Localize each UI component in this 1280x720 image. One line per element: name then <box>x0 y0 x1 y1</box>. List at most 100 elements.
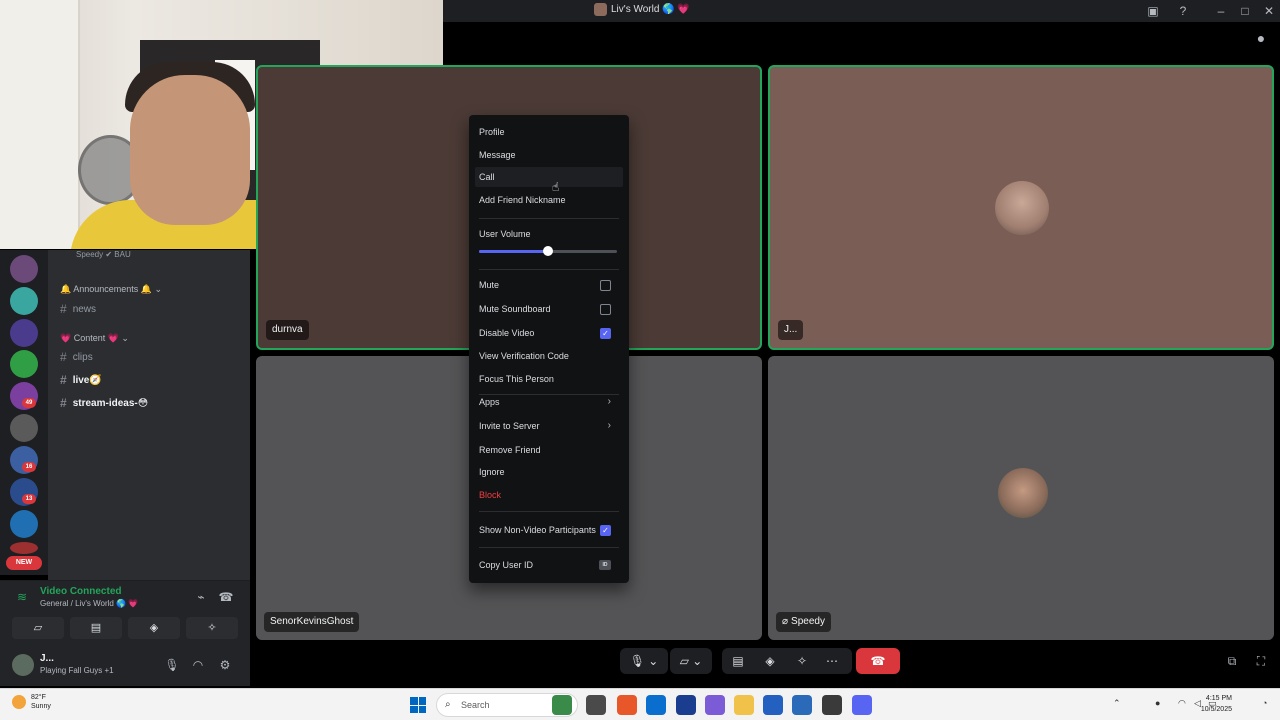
checkbox[interactable]: ✓ <box>600 525 611 536</box>
close-icon[interactable]: ✕ <box>1261 3 1277 19</box>
mouse-cursor-icon: ☝ <box>552 180 560 194</box>
new-servers-badge[interactable]: NEW <box>6 556 42 570</box>
menu-item-remove-friend[interactable]: Remove Friend <box>475 440 623 460</box>
category-content[interactable]: 💗 Content 💗 ⌄ <box>60 333 129 344</box>
tile-name-label: durnva <box>266 320 309 340</box>
outlook-icon[interactable] <box>646 695 666 715</box>
maximize-icon[interactable]: □ <box>1237 3 1253 19</box>
gamepad-icon[interactable]: ◈ <box>760 648 780 674</box>
avatar <box>995 181 1049 235</box>
disconnect-icon[interactable]: ☎ <box>218 589 234 605</box>
obs-icon[interactable] <box>822 695 842 715</box>
microphone-icon[interactable]: 🎙 <box>164 657 180 673</box>
screen-share-button[interactable]: ▤ <box>70 617 122 639</box>
end-call-button[interactable]: ☎ <box>856 648 900 674</box>
headphones-icon[interactable]: ◠ <box>190 657 206 673</box>
menu-item-disable-video[interactable]: Disable Video ✓ <box>475 323 623 343</box>
noise-suppression-icon[interactable]: ⌁ <box>193 589 209 605</box>
menu-item-show-non-video-participants[interactable]: Show Non-Video Participants ✓ <box>475 520 623 540</box>
server-avatar[interactable] <box>10 255 38 283</box>
avatar[interactable] <box>12 654 34 676</box>
user-panel: J... Playing Fall Guys +1 🎙 ◠ ⚙ <box>0 644 250 686</box>
chat-bubble-icon[interactable]: ● <box>1253 30 1269 46</box>
category-announcements[interactable]: 🔔 Announcements 🔔 ⌄ <box>60 284 162 295</box>
menu-item-message[interactable]: Message <box>475 145 623 165</box>
microphone-button[interactable]: 🎙 ⌄ <box>620 648 668 674</box>
discord-icon[interactable] <box>852 695 872 715</box>
voice-connected-label: Video Connected <box>40 586 122 597</box>
gear-icon[interactable]: ⚙ <box>217 657 233 673</box>
weather-widget[interactable]: 82°F Sunny <box>12 693 51 711</box>
mic-muted-icon: ⌀ <box>782 616 789 627</box>
menu-item-copy-user-id[interactable]: Copy User ID ID <box>475 555 623 575</box>
app-l-icon[interactable] <box>676 695 696 715</box>
hashtag-icon: # <box>60 373 67 387</box>
windows-start-icon[interactable] <box>410 697 426 713</box>
brave-browser-icon[interactable] <box>617 695 637 715</box>
user-volume-slider[interactable] <box>479 246 617 256</box>
widget-app-icon[interactable] <box>552 695 572 715</box>
gamepad-icon: ◈ <box>149 622 159 634</box>
server-avatar[interactable] <box>10 542 38 554</box>
volume-knob[interactable] <box>543 246 553 256</box>
wifi-icon[interactable]: ◠ <box>1178 698 1186 709</box>
video-tile[interactable]: J... <box>768 65 1274 350</box>
voice-member-speedy[interactable]: Speedy ✔ BAU <box>76 250 131 259</box>
notification-badge: 16 <box>22 462 36 472</box>
minimize-icon[interactable]: – <box>1213 3 1229 19</box>
screen-share-icon: ▤ <box>90 622 102 634</box>
pop-out-icon[interactable]: ⧉ <box>1224 653 1240 669</box>
menu-item-mute[interactable]: Mute <box>475 275 623 295</box>
menu-item-label: Show Non-Video Participants <box>479 525 596 535</box>
menu-item-block[interactable]: Block <box>475 485 623 505</box>
store-icon[interactable] <box>763 695 783 715</box>
channel-stream-ideas[interactable]: # stream-ideas-😳 <box>60 396 148 410</box>
menu-item-ignore[interactable]: Ignore <box>475 462 623 482</box>
video-tile[interactable]: ⌀ Speedy <box>768 356 1274 640</box>
menu-item-focus-person[interactable]: Focus This Person <box>475 369 623 389</box>
menu-item-invite-to-server[interactable]: Invite to Server › <box>475 416 623 436</box>
tile-name-label: SenorKevinsGhost <box>264 612 360 632</box>
notification-badge: 13 <box>22 494 36 504</box>
server-avatar[interactable] <box>10 350 38 378</box>
camera-toggle-button[interactable]: ▱ ⌄ <box>670 648 712 674</box>
hang-up-icon: ☎ <box>870 654 886 668</box>
menu-item-mute-soundboard[interactable]: Mute Soundboard <box>475 299 623 319</box>
file-explorer-icon[interactable] <box>734 695 754 715</box>
voice-location[interactable]: General / Liv's World 🌎 💗 <box>40 599 138 608</box>
server-avatar[interactable] <box>10 319 38 347</box>
more-options-icon[interactable]: ⋯ <box>822 648 842 674</box>
checkbox[interactable] <box>600 280 611 291</box>
copilot-icon[interactable] <box>705 695 725 715</box>
activity-button[interactable]: ◈ <box>128 617 180 639</box>
server-avatar[interactable] <box>10 510 38 538</box>
menu-divider <box>479 547 619 548</box>
fullscreen-icon[interactable]: ⛶ <box>1253 653 1269 669</box>
channel-clips[interactable]: # clips <box>60 350 93 364</box>
system-clock[interactable]: 4:15 PM 10/5/2025 <box>1201 693 1232 715</box>
channel-news[interactable]: # news <box>60 302 96 316</box>
help-icon[interactable]: ? <box>1175 3 1191 19</box>
camera-button[interactable]: ▱ <box>12 617 64 639</box>
checkbox[interactable] <box>600 304 611 315</box>
signal-icon[interactable]: ≋ <box>14 589 30 605</box>
menu-item-apps[interactable]: Apps › <box>475 392 623 412</box>
menu-item-profile[interactable]: Profile <box>475 122 623 142</box>
screen-share-icon[interactable]: ▤ <box>728 648 748 674</box>
chevron-up-icon[interactable]: ⌃ <box>1113 698 1121 709</box>
server-avatar[interactable] <box>10 414 38 442</box>
notification-bell-icon[interactable]: ◔ <box>1262 698 1267 708</box>
inbox-icon[interactable]: ▣ <box>1145 3 1161 19</box>
microphone-tray-icon[interactable]: ● <box>1155 698 1160 708</box>
menu-item-call[interactable]: Call <box>475 167 623 187</box>
server-avatar[interactable] <box>10 287 38 315</box>
soundboard-button[interactable]: ✧ <box>186 617 238 639</box>
menu-item-view-verification-code[interactable]: View Verification Code <box>475 346 623 366</box>
channel-live[interactable]: # live🧭 <box>60 373 102 387</box>
channel-name: stream-ideas-😳 <box>72 397 149 409</box>
checkbox[interactable]: ✓ <box>600 328 611 339</box>
task-view-icon[interactable] <box>586 695 606 715</box>
menu-item-add-friend-nickname[interactable]: Add Friend Nickname <box>475 190 623 210</box>
app-icon[interactable] <box>792 695 812 715</box>
soundboard-icon[interactable]: ✧ <box>792 648 812 674</box>
